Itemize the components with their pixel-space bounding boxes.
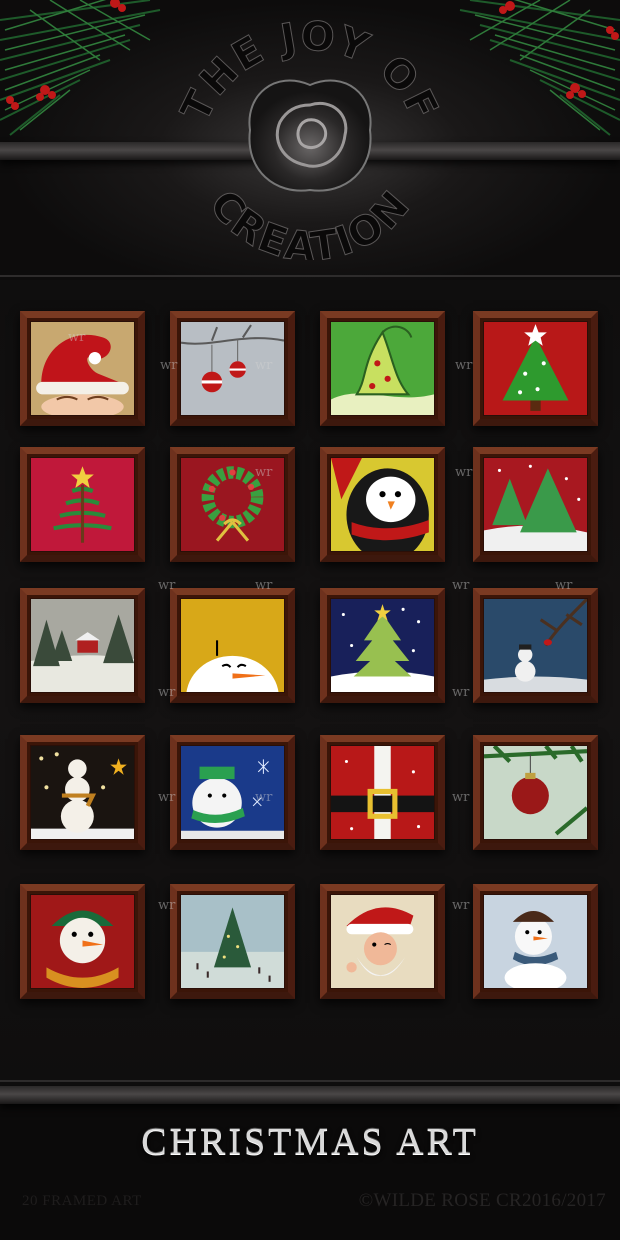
snowman-lights-painting: [31, 746, 134, 839]
painting-frame[interactable]: [20, 447, 145, 562]
painting-frame[interactable]: [170, 735, 295, 850]
painting-frame[interactable]: [320, 735, 445, 850]
painting-frame[interactable]: [320, 588, 445, 703]
peeking-snowman-painting: [181, 599, 284, 692]
swirl-tree-painting: [31, 458, 134, 551]
snowman-face-painting: [31, 895, 134, 988]
red-ornament-painting: [484, 746, 587, 839]
painting-frame[interactable]: [320, 884, 445, 999]
penguin-painting: [331, 458, 434, 551]
snowy-cabin-painting: [31, 599, 134, 692]
page-title: CHRISTMAS ART: [141, 1121, 479, 1163]
painting-frame[interactable]: [473, 311, 598, 426]
two-trees-painting: [484, 458, 587, 551]
painting-frame[interactable]: [170, 447, 295, 562]
painting-frame[interactable]: [170, 588, 295, 703]
snowman-cardinal-painting: [484, 599, 587, 692]
footer-divider: [0, 1080, 620, 1082]
tree-in-snow-night-painting: [331, 599, 434, 692]
star-christmas-tree-painting: [484, 322, 587, 415]
skating-rink-tree-painting: [181, 895, 284, 988]
item-count-label: 20 FRAMED ART: [22, 1193, 142, 1209]
ornaments-on-branch-painting: [181, 322, 284, 415]
painting-frame[interactable]: [20, 588, 145, 703]
painting-frame[interactable]: [170, 311, 295, 426]
snowman-scarf-painting: [181, 746, 284, 839]
whimsical-tree-painting: [331, 322, 434, 415]
winking-santa-painting: [331, 895, 434, 988]
painting-frame[interactable]: [473, 588, 598, 703]
santa-hat-painting: [31, 322, 134, 415]
snowman-snowflakes-painting: [484, 895, 587, 988]
copyright-label: ©WILDE ROSE CR2016/2017: [358, 1190, 606, 1211]
painting-frame[interactable]: [320, 311, 445, 426]
painting-frame[interactable]: [20, 735, 145, 850]
painting-frame[interactable]: [170, 884, 295, 999]
painting-frame[interactable]: [473, 447, 598, 562]
painting-grid: [0, 0, 620, 1240]
footer-shelf: [0, 1086, 620, 1104]
painting-frame[interactable]: [20, 884, 145, 999]
santa-belt-painting: [331, 746, 434, 839]
painting-frame[interactable]: [473, 735, 598, 850]
wreath-painting: [181, 458, 284, 551]
painting-frame[interactable]: [20, 311, 145, 426]
painting-frame[interactable]: [473, 884, 598, 999]
painting-frame[interactable]: [320, 447, 445, 562]
